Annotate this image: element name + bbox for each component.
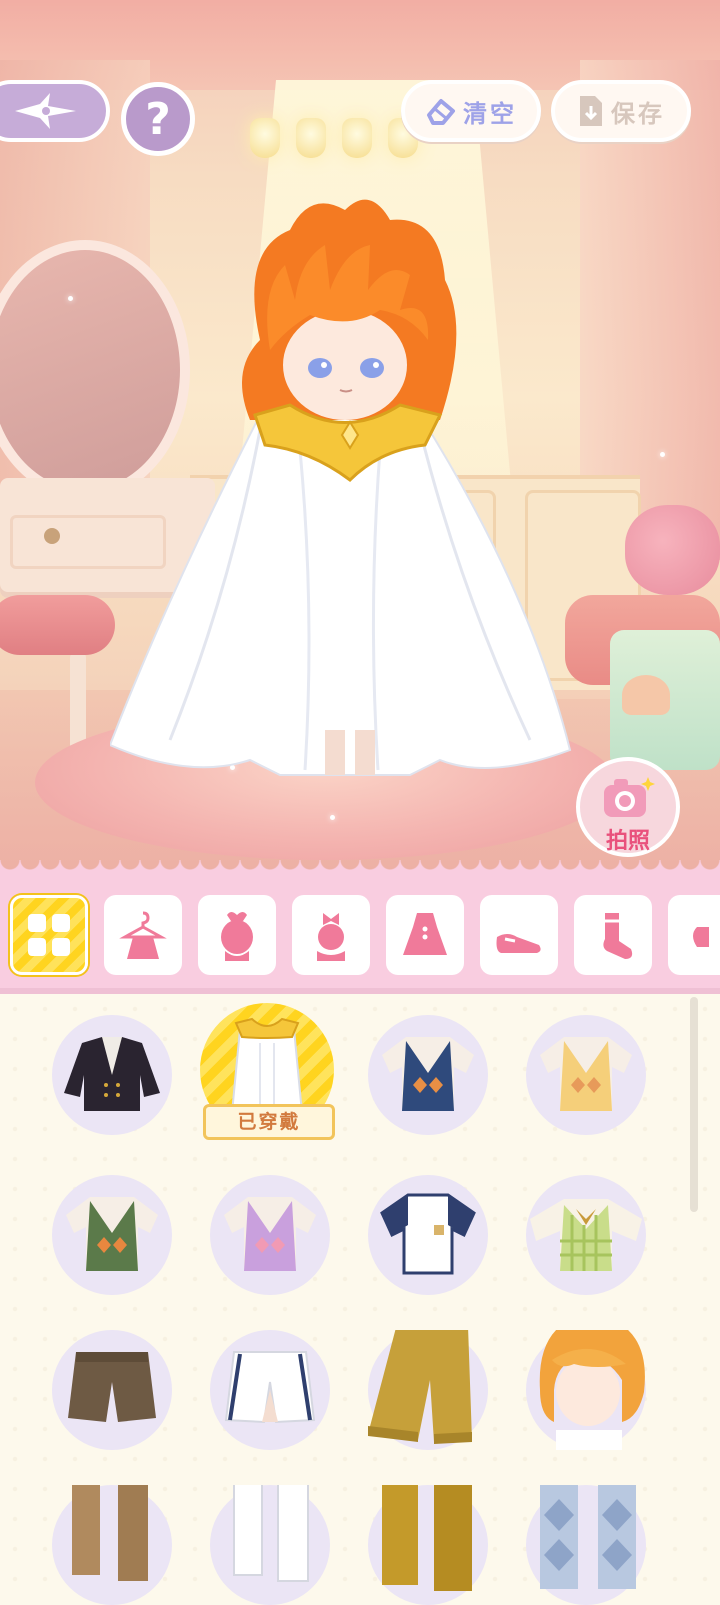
save-button[interactable]: 保存 [551,80,691,142]
tan-boots-icon [72,1485,148,1581]
item-black-jacket[interactable] [52,1015,172,1135]
gift-bow [622,675,670,715]
head-bow-icon [317,913,345,961]
file-download-icon [580,96,602,126]
black-jacket-icon [64,1037,160,1111]
item-yellow-argyle-vest[interactable] [526,1015,646,1135]
grid-icon [28,914,70,956]
back-button[interactable] [0,80,110,142]
sparkle [330,815,335,820]
eraser-icon [427,99,455,125]
check-vest-icon [530,1199,642,1271]
tab-socks[interactable] [574,895,652,975]
navy-vest-icon [382,1037,474,1111]
argyle-socks-icon [540,1485,636,1589]
tab-more[interactable] [668,895,720,975]
mustard-pants-icon [368,1330,472,1444]
purple-vest-icon [224,1197,316,1271]
item-white-navy-tshirt[interactable] [368,1175,488,1295]
tab-dress[interactable] [386,895,464,975]
item-brown-shorts[interactable] [52,1330,172,1450]
item-mustard-boots[interactable] [368,1485,488,1605]
save-label: 保存 [611,99,665,128]
tab-shoes[interactable] [480,895,558,975]
tab-accessory[interactable] [292,895,370,975]
tshirt-icon [380,1193,476,1275]
item-mustard-pants[interactable] [368,1330,488,1450]
question-mark-icon: ? [145,93,171,145]
hair-bun-icon [221,912,253,961]
dress-hanger-icon [119,911,167,959]
tab-outfit-set[interactable] [104,895,182,975]
item-green-check-vest[interactable] [526,1175,646,1295]
white-boots-icon [233,1485,309,1582]
shoe-icon [496,934,541,953]
brown-shorts-icon [68,1352,156,1422]
item-orange-bob-hair[interactable] [526,1330,646,1450]
mustard-boots-icon [382,1485,472,1591]
avatar-character[interactable] [110,190,580,790]
item-argyle-socks[interactable] [526,1485,646,1605]
tab-hair[interactable] [198,895,276,975]
item-tan-boots[interactable] [52,1485,172,1605]
sock-icon [603,913,633,959]
vanity-stool [0,595,115,655]
photo-label: 拍照 [605,829,650,854]
white-shorts-icon [224,1351,316,1424]
green-vest-icon [66,1197,158,1271]
camera-icon [604,777,655,817]
clear-label: 清空 [463,99,517,128]
tab-all[interactable] [10,895,88,975]
yellow-vest-icon [540,1037,632,1111]
item-navy-argyle-vest[interactable] [368,1015,488,1135]
dress-icon [403,913,447,955]
clear-button[interactable]: 清空 [401,80,541,142]
item-white-boots[interactable] [210,1485,330,1605]
item-purple-argyle-vest[interactable] [210,1175,330,1295]
ceiling-lamp [296,118,326,158]
item-white-striped-shorts[interactable] [210,1330,330,1450]
help-button[interactable]: ? [121,82,195,156]
grid-scrollbar[interactable] [690,997,698,1212]
sparkle [660,452,665,457]
ceiling-lamp [342,118,372,158]
sparkle [68,296,73,301]
bob-hair-icon [539,1330,645,1450]
pink-pillow [625,505,720,595]
photo-button[interactable]: 拍照 [576,757,680,857]
drawer-knob [44,528,60,544]
item-green-argyle-vest[interactable] [52,1175,172,1295]
ceiling-lamp [250,118,280,158]
compass-star-icon [15,93,76,129]
worn-badge: 已穿戴 [203,1104,335,1140]
partial-icon [693,927,709,947]
